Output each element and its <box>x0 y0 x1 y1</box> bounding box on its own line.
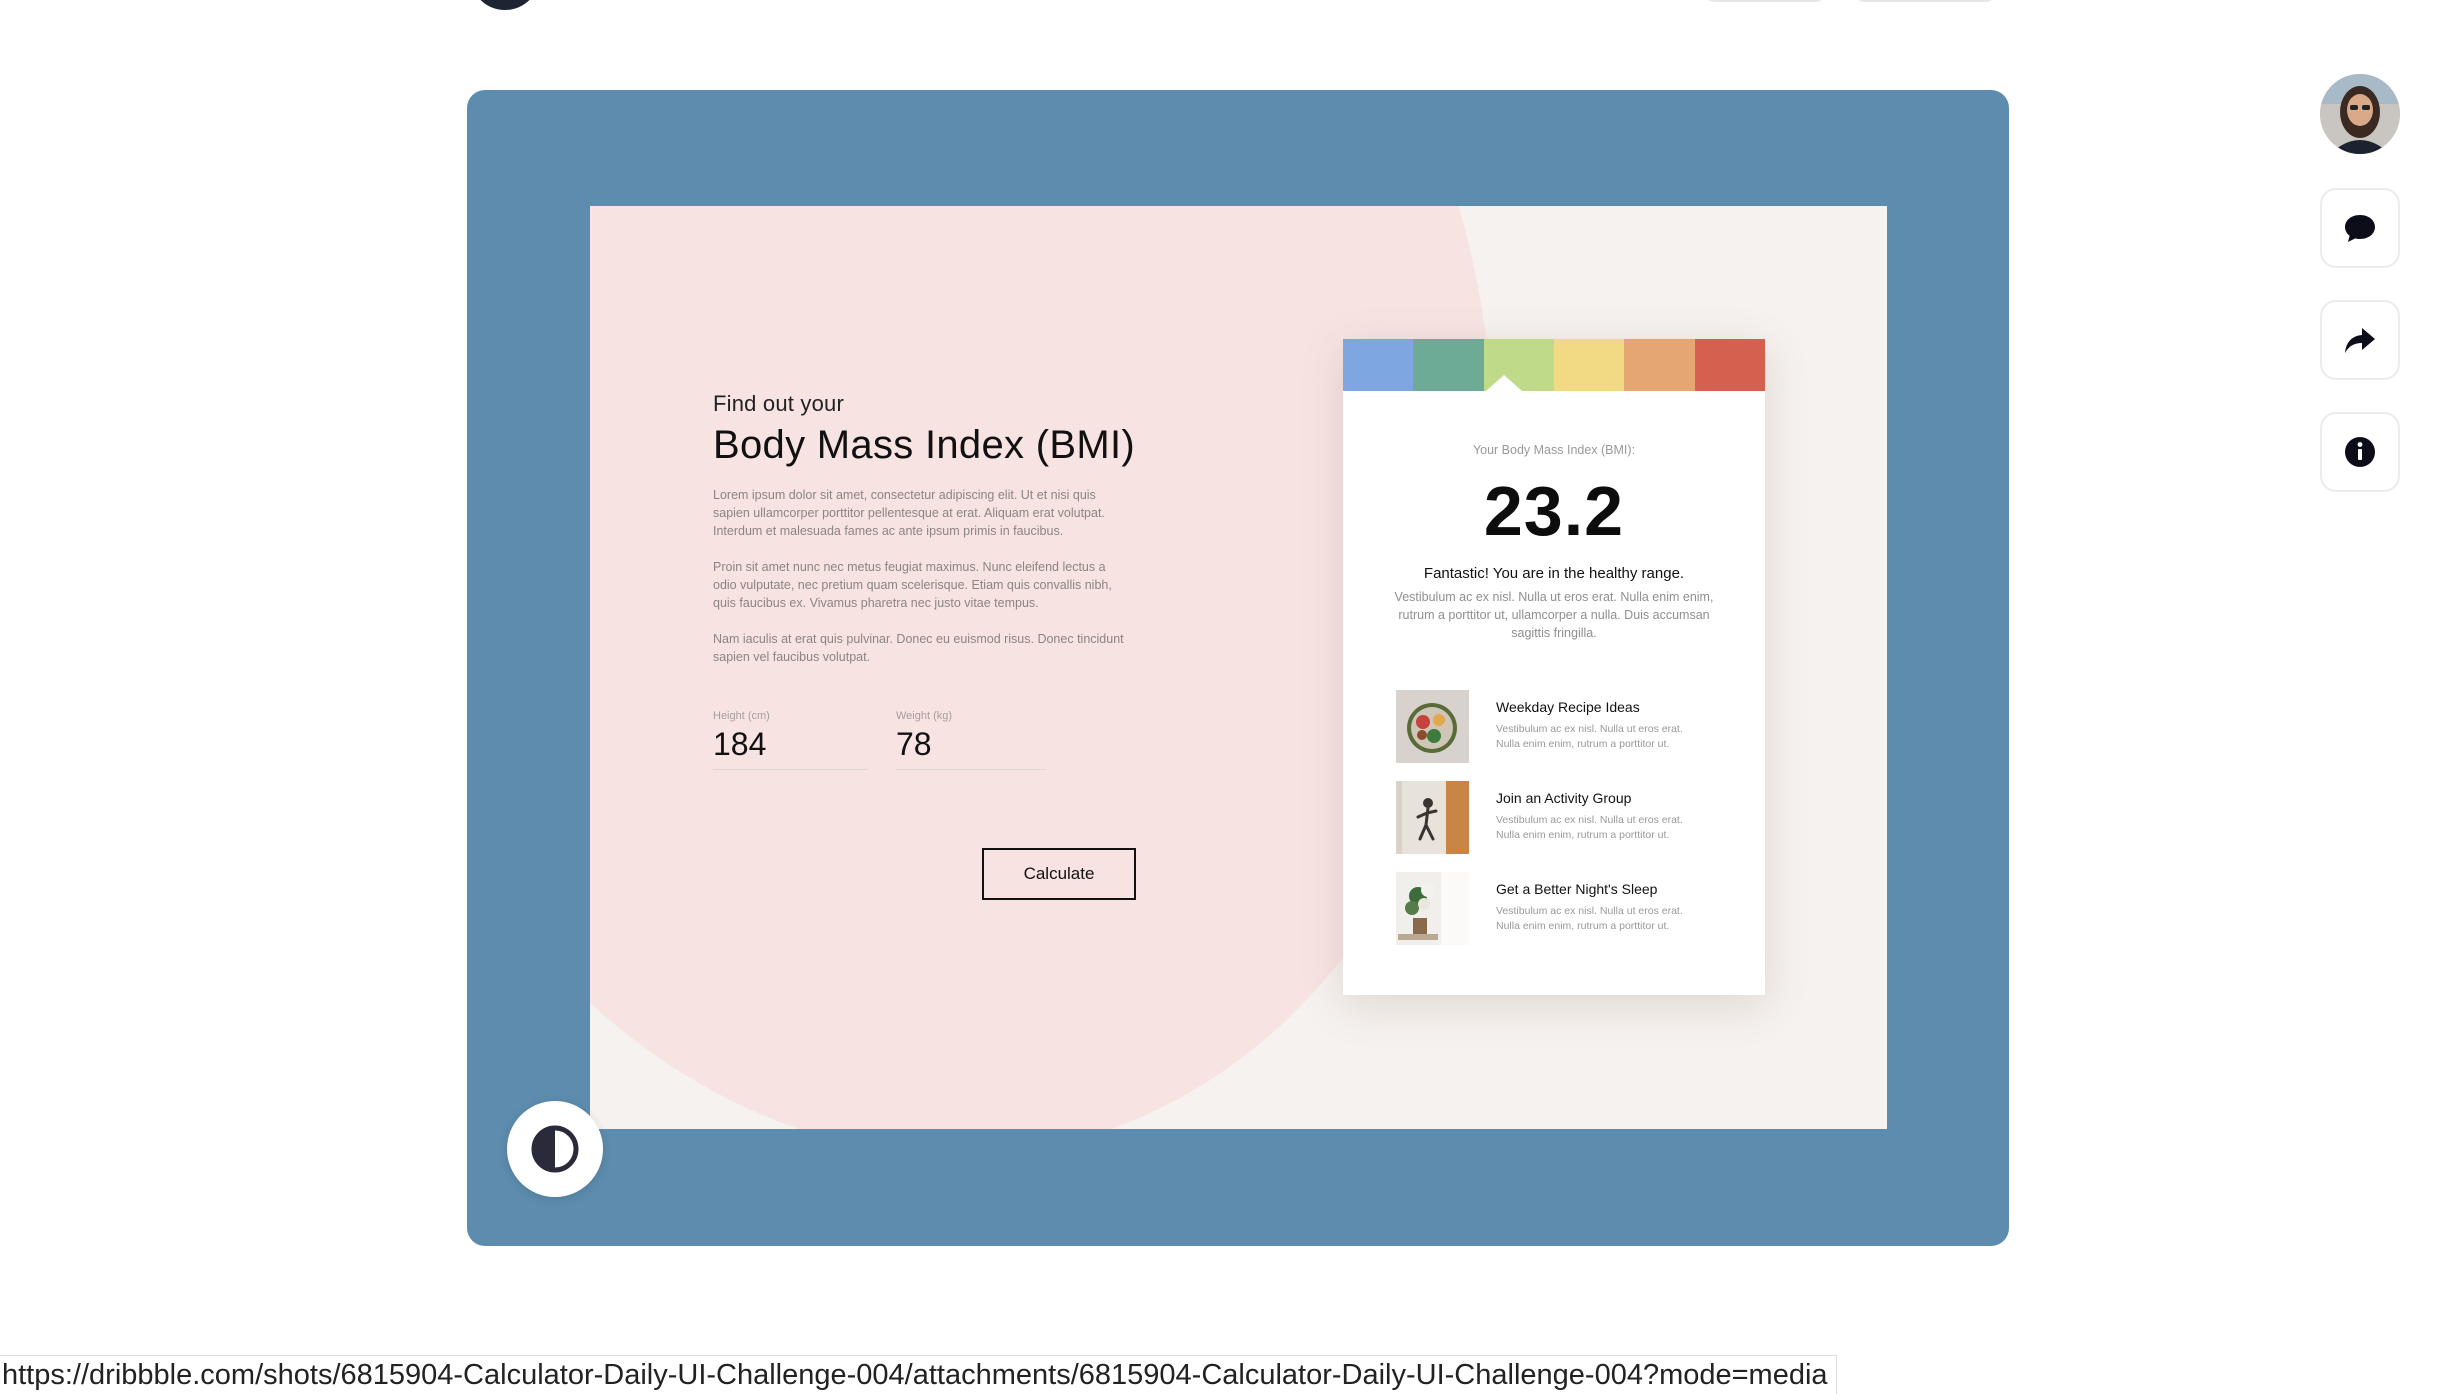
recommendation-body: Vestibulum ac ex nisl. Nulla ut eros era… <box>1496 905 1683 932</box>
header-avatar[interactable] <box>470 0 540 10</box>
calculate-button[interactable]: Calculate <box>982 848 1136 900</box>
sleep-thumbnail <box>1396 872 1469 945</box>
recommendation-item[interactable]: Weekday Recipe Ideas Vestibulum ac ex ni… <box>1396 690 1765 763</box>
media-frame: Find out your Body Mass Index (BMI) Lore… <box>467 90 2009 1246</box>
recommendation-item[interactable]: Join an Activity Group Vestibulum ac ex … <box>1396 781 1765 854</box>
result-message: Fantastic! You are in the healthy range. <box>1423 565 1685 582</box>
intro-paragraph: Proin sit amet nunc nec metus feugiat ma… <box>713 560 1112 610</box>
designer-avatar[interactable] <box>2320 74 2400 154</box>
recommendation-body: Vestibulum ac ex nisl. Nulla ut eros era… <box>1496 814 1683 841</box>
recommendations: Weekday Recipe Ideas Vestibulum ac ex ni… <box>1396 690 1765 945</box>
info-button[interactable] <box>2320 412 2400 492</box>
contrast-toggle-button[interactable] <box>507 1101 603 1197</box>
result-description: Vestibulum ac ex nisl. Nulla ut eros era… <box>1394 590 1714 640</box>
intro-eyebrow: Find out your <box>713 391 845 416</box>
comment-button[interactable] <box>2320 188 2400 268</box>
comment-icon <box>2345 215 2375 242</box>
weight-value: 78 <box>896 726 932 762</box>
recommendation-title: Join an Activity Group <box>1496 790 1632 806</box>
status-bar-url: https://dribbble.com/shots/6815904-Calcu… <box>0 1355 1837 1394</box>
weight-field[interactable]: Weight (kg) 78 <box>896 710 1046 770</box>
weight-label: Weight (kg) <box>896 710 953 722</box>
result-card: Your Body Mass Index (BMI): 23.2 Fantast… <box>1343 339 1765 995</box>
bmi-value: 23.2 <box>1483 472 1625 550</box>
input-fields: Height (cm) 184 Weight (kg) 78 <box>713 710 1143 770</box>
bmi-title: Body Mass Index (BMI) <box>713 423 1135 467</box>
scale-segment <box>1694 339 1765 391</box>
intro-section: Find out your Body Mass Index (BMI) Lore… <box>713 391 1143 770</box>
shot-image[interactable]: Find out your Body Mass Index (BMI) Lore… <box>590 206 1887 1129</box>
recommendation-title: Weekday Recipe Ideas <box>1496 699 1640 715</box>
result-label: Your Body Mass Index (BMI): <box>1472 443 1636 457</box>
recommendation-title: Get a Better Night's Sleep <box>1496 881 1658 897</box>
scale-segment <box>1624 339 1695 391</box>
intro-paragraph: Lorem ipsum dolor sit amet, consectetur … <box>713 488 1105 538</box>
intro-paragraph: Nam iaculis at erat quis pulvinar. Donec… <box>713 632 1124 664</box>
recipe-thumbnail <box>1396 690 1469 763</box>
info-icon <box>2345 437 2375 467</box>
recommendation-item[interactable]: Get a Better Night's Sleep Vestibulum ac… <box>1396 872 1765 945</box>
height-label: Height (cm) <box>713 710 770 722</box>
scale-segment <box>1553 339 1625 391</box>
contrast-icon <box>531 1125 579 1173</box>
scale-indicator <box>1486 375 1522 391</box>
header-button[interactable] <box>1850 0 2000 2</box>
height-value: 184 <box>713 726 767 762</box>
activity-thumbnail <box>1396 781 1469 854</box>
scale-segment <box>1413 339 1484 391</box>
page: Find out your Body Mass Index (BMI) Lore… <box>0 0 2441 1394</box>
height-field[interactable]: Height (cm) 184 <box>713 710 868 770</box>
header-button[interactable] <box>1700 0 1830 2</box>
bmi-scale-bar <box>1343 339 1765 391</box>
share-button[interactable] <box>2320 300 2400 380</box>
scale-segment <box>1343 339 1414 391</box>
share-icon <box>2345 328 2375 353</box>
recommendation-body: Vestibulum ac ex nisl. Nulla ut eros era… <box>1496 723 1683 750</box>
